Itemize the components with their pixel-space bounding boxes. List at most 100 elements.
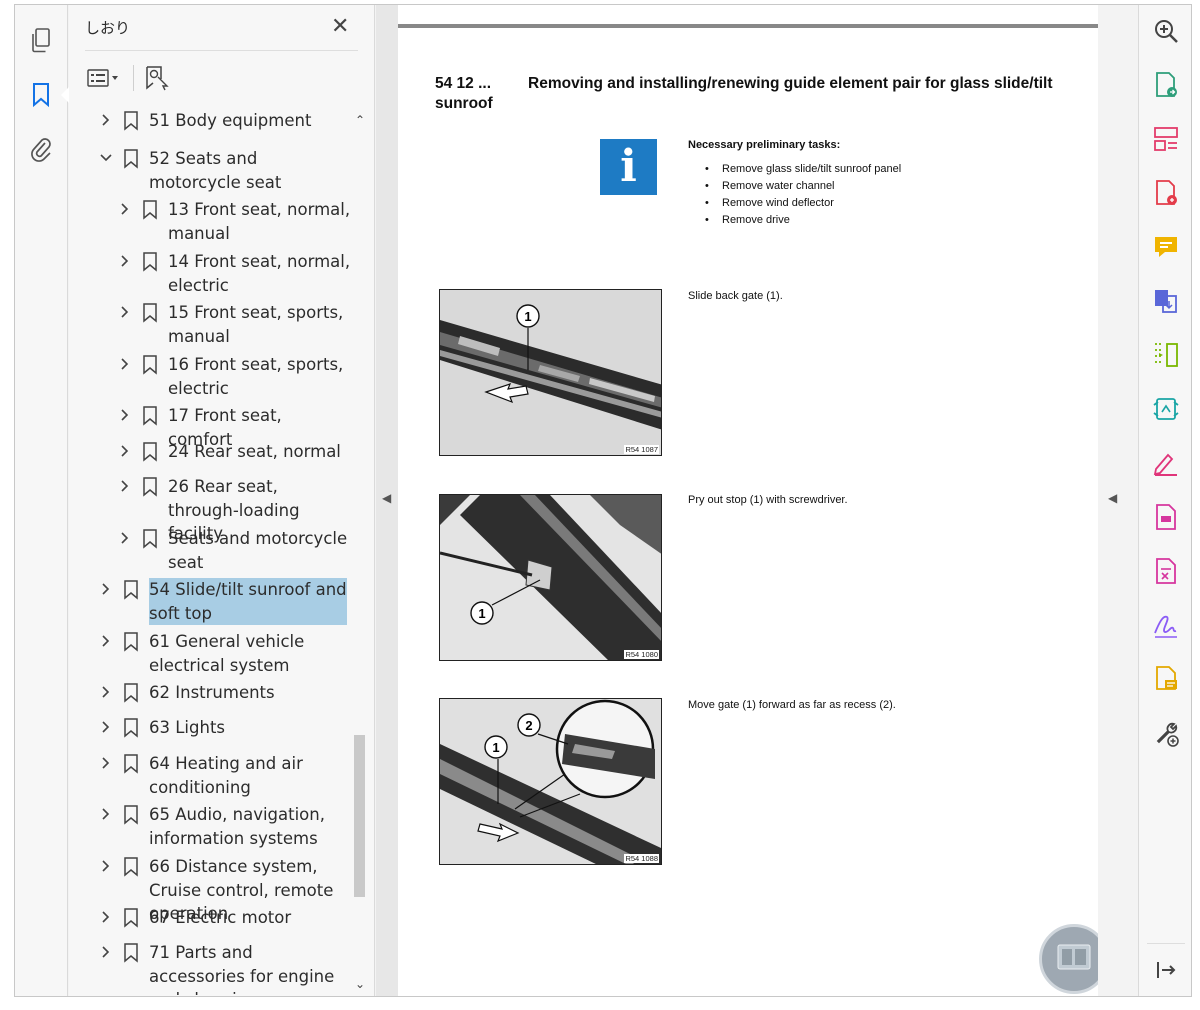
bookmark-label: 51 Body equipment (149, 111, 312, 130)
bookmark-icon (123, 632, 139, 652)
bookmark-item[interactable]: 26 Rear seat, through-loading facility (69, 475, 351, 543)
bookmark-item[interactable]: 54 Slide/tilt sunroof and soft top (69, 578, 351, 628)
attachment-icon[interactable] (25, 133, 57, 165)
zoom-icon[interactable] (1152, 17, 1180, 45)
bookmark-icon (123, 908, 139, 928)
create-pdf-icon[interactable] (1152, 179, 1180, 207)
collapse-right-pane-icon[interactable]: ◀ (1108, 491, 1117, 505)
bookmark-item[interactable]: Seats and motorcycle seat (69, 527, 351, 577)
bookmark-item[interactable]: 65 Audio, navigation, information system… (69, 803, 351, 853)
chevron-right-icon[interactable] (99, 807, 113, 821)
bookmark-item[interactable]: 61 General vehicle electrical system (69, 630, 351, 680)
chevron-right-icon[interactable] (118, 202, 132, 216)
bookmark-item[interactable]: 24 Rear seat, normal (69, 440, 351, 470)
scroll-down-icon[interactable]: ⌄ (355, 977, 365, 991)
bookmark-label: 71 Parts and accessories for engine and … (149, 943, 335, 995)
chevron-right-icon[interactable] (99, 910, 113, 924)
bookmark-item[interactable]: 51 Body equipment (69, 109, 351, 139)
organize-pages-icon[interactable] (1152, 125, 1180, 153)
options-menu-button[interactable] (85, 62, 123, 94)
callout-1: 1 (492, 740, 499, 755)
bookmark-icon (142, 477, 158, 497)
chevron-right-icon[interactable] (118, 305, 132, 319)
step-text: Pry out stop (1) with screwdriver. (688, 494, 848, 506)
bookmark-label: 15 Front seat, sports, manual (168, 303, 344, 346)
chevron-right-icon[interactable] (99, 945, 113, 959)
new-bookmark-icon[interactable] (142, 62, 172, 94)
scroll-up-icon[interactable]: ⌃ (355, 113, 365, 127)
chevron-right-icon[interactable] (99, 113, 113, 127)
convert-icon[interactable] (1152, 395, 1180, 423)
callout-1: 1 (478, 606, 485, 621)
chevron-right-icon[interactable] (118, 444, 132, 458)
comment-icon[interactable] (1152, 233, 1180, 261)
step-text: Slide back gate (1). (688, 290, 783, 302)
chevron-right-icon[interactable] (118, 408, 132, 422)
fill-sign-icon[interactable] (1152, 449, 1180, 477)
bookmark-icon (123, 857, 139, 877)
bookmark-icon (142, 200, 158, 220)
page-title: 54 12 ... Removing and installing/renewin… (435, 74, 1055, 114)
bookmark-item[interactable]: 15 Front seat, sports, manual (69, 301, 351, 351)
pages-icon[interactable] (25, 25, 57, 57)
redact-icon[interactable] (1152, 557, 1180, 585)
chevron-right-icon[interactable] (118, 479, 132, 493)
chevron-right-icon[interactable] (99, 582, 113, 596)
scrollbar-thumb[interactable] (354, 735, 365, 897)
figure-1: 1 R54 1087 (439, 289, 662, 456)
bookmark-item[interactable]: 14 Front seat, normal, electric (69, 250, 351, 300)
bookmark-item[interactable]: 13 Front seat, normal, manual (69, 198, 351, 248)
chevron-right-icon[interactable] (99, 756, 113, 770)
bookmark-label: 62 Instruments (149, 683, 275, 702)
chevron-right-icon[interactable] (118, 531, 132, 545)
combine-files-icon[interactable] (1152, 287, 1180, 315)
bookmark-label: 14 Front seat, normal, electric (168, 252, 351, 295)
more-tools-icon[interactable] (1152, 719, 1180, 747)
bookmark-icon (123, 111, 139, 131)
bookmark-icon (142, 303, 158, 323)
chevron-down-icon[interactable] (99, 151, 113, 165)
bookmark-item[interactable]: 62 Instruments (69, 681, 351, 711)
bookmark-item[interactable]: 52 Seats and motorcycle seat (69, 147, 351, 197)
chevron-right-icon[interactable] (118, 357, 132, 371)
bookmark-label: 65 Audio, navigation, information system… (149, 805, 325, 848)
bookmarks-panel: しおり ✕ 51 Body equipment 52 Seats and moto… (69, 5, 375, 996)
chevron-right-icon[interactable] (99, 634, 113, 648)
panel-toolbar (85, 61, 172, 95)
export-pdf-icon[interactable] (1152, 71, 1180, 99)
figure-2: 1 R54 1080 (439, 494, 662, 661)
bookmark-label: Seats and motorcycle seat (168, 529, 348, 572)
bookmark-icon (142, 529, 158, 549)
bookmark-item[interactable]: 71 Parts and accessories for engine and … (69, 941, 351, 995)
chevron-right-icon[interactable] (118, 254, 132, 268)
bookmark-scrollbar[interactable]: ⌃ ⌄ (352, 111, 369, 991)
bookmark-item[interactable]: 66 Distance system, Cruise control, remo… (69, 855, 351, 923)
chevron-right-icon[interactable] (99, 720, 113, 734)
bookmark-item[interactable]: 17 Front seat, comfort (69, 404, 351, 449)
list-item: Remove water channel (705, 178, 901, 195)
edit-pdf-icon[interactable] (1152, 503, 1180, 531)
sign-icon[interactable] (1152, 611, 1180, 639)
bookmark-label: 13 Front seat, normal, manual (168, 200, 351, 243)
left-tool-rail (15, 5, 69, 996)
compress-icon[interactable] (1152, 341, 1180, 369)
collapse-left-pane-icon[interactable]: ◀ (382, 491, 391, 505)
info-icon: i (600, 139, 657, 195)
collapse-pane-icon[interactable] (1152, 956, 1180, 984)
bookmark-item[interactable]: 67 Electric motor (69, 906, 351, 936)
pdf-page: 54 12 ... Removing and installing/renewin… (398, 5, 1120, 996)
bookmark-item[interactable]: 64 Heating and air conditioning (69, 752, 351, 802)
send-for-comments-icon[interactable] (1152, 665, 1180, 693)
chevron-right-icon[interactable] (99, 859, 113, 873)
bookmark-item[interactable]: 16 Front seat, sports, electric (69, 353, 351, 403)
chevron-right-icon[interactable] (99, 685, 113, 699)
list-item: Remove drive (705, 212, 901, 229)
bookmark-item[interactable]: 63 Lights (69, 716, 351, 746)
close-icon[interactable]: ✕ (331, 15, 349, 37)
app-window: しおり ✕ 51 Body equipment 52 Seats and moto… (14, 4, 1192, 997)
bookmark-icon (123, 683, 139, 703)
bookmark-icon[interactable] (25, 79, 69, 111)
bookmark-icon (123, 580, 139, 600)
bookmark-icon (142, 355, 158, 375)
prelim-heading: Necessary preliminary tasks: (688, 139, 841, 151)
